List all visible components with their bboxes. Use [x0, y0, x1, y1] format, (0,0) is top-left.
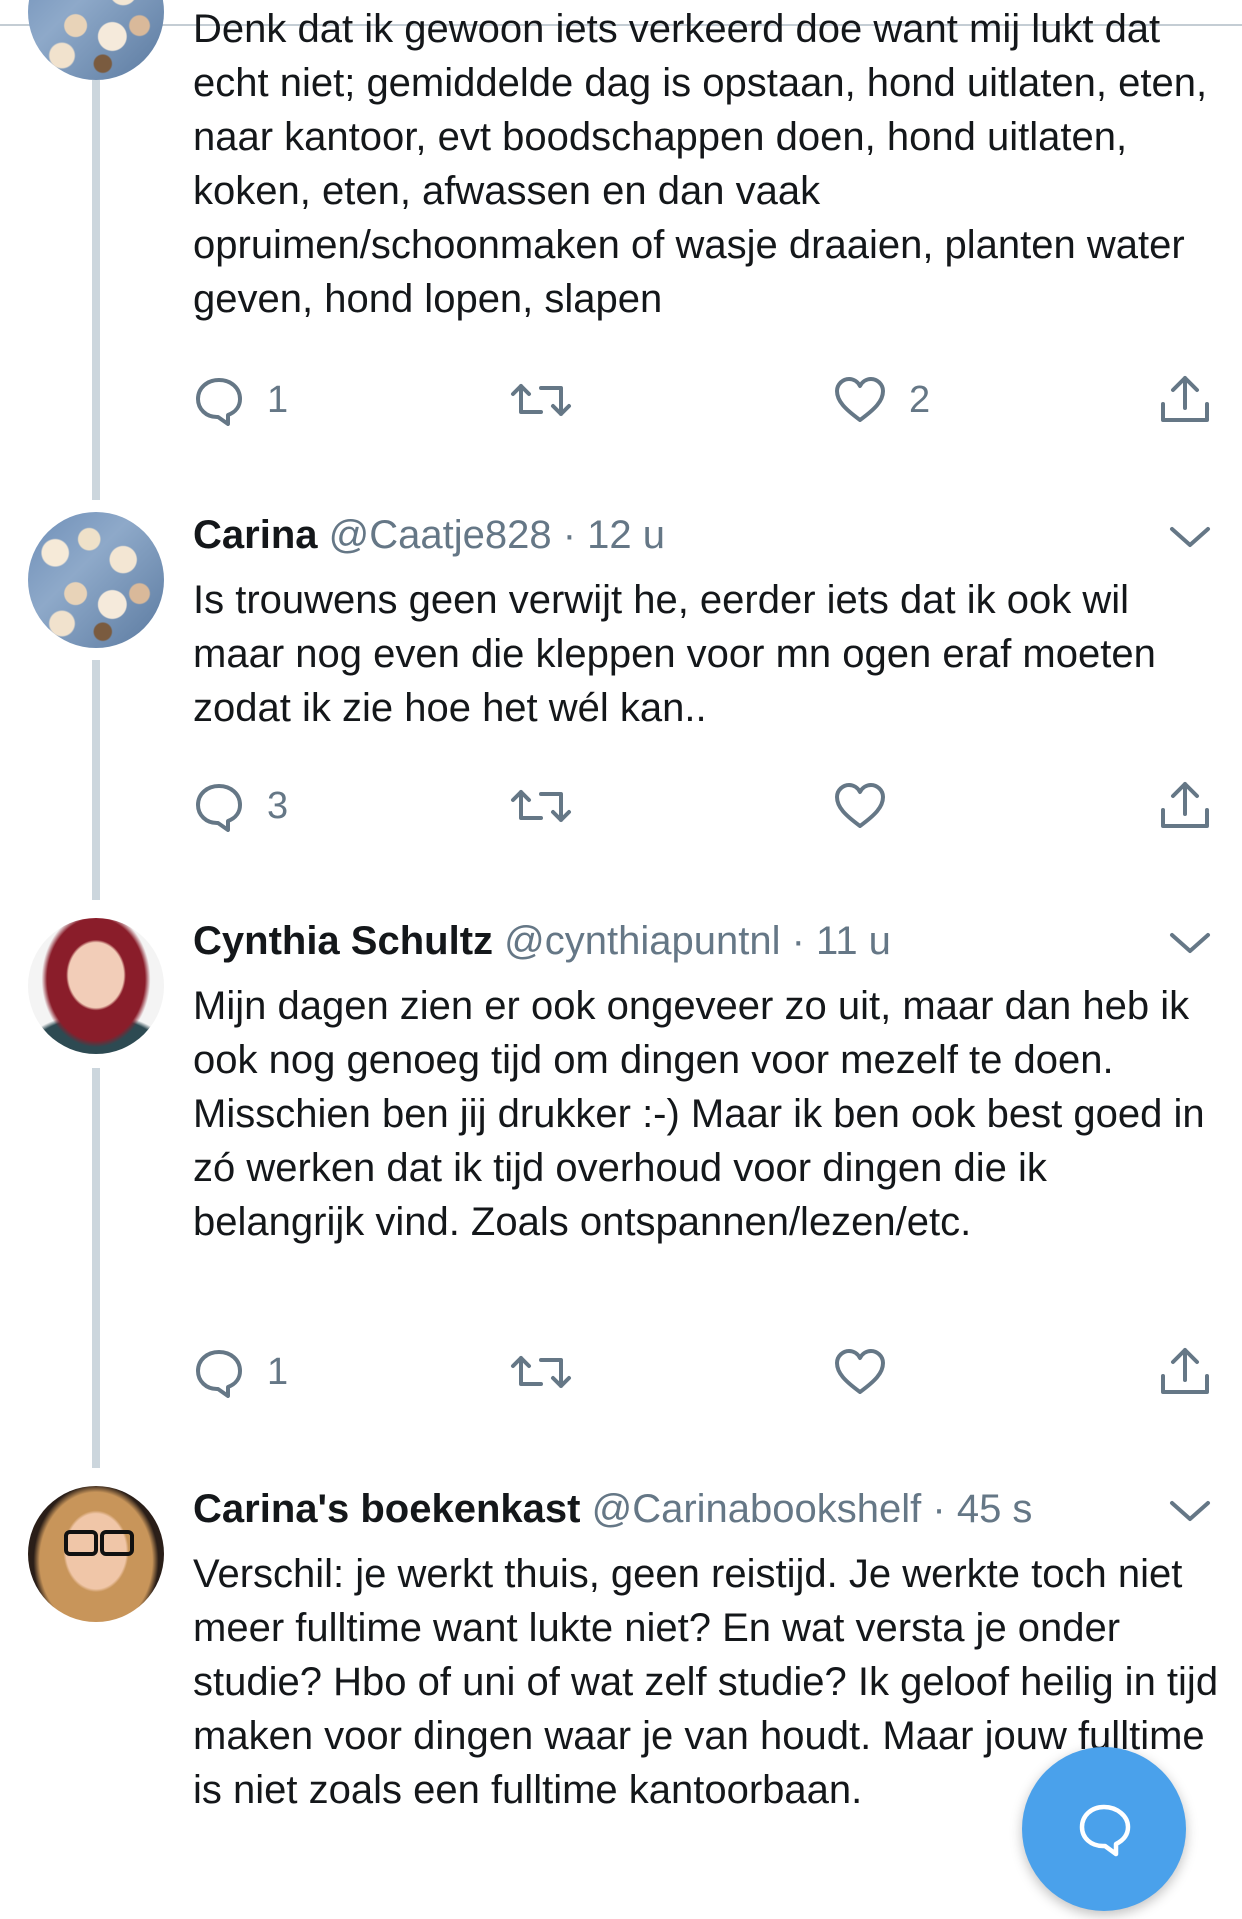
retweet-icon [509, 1346, 573, 1398]
more-options-button[interactable] [1168, 1497, 1212, 1527]
reply-count: 1 [267, 1350, 289, 1393]
tweet-actions: 1 2 [193, 370, 1223, 430]
thread-line [92, 1068, 100, 1468]
retweet-button[interactable] [509, 370, 573, 430]
heart-icon [833, 780, 887, 832]
display-name[interactable]: Cynthia Schultz [193, 919, 493, 963]
retweet-icon [509, 780, 573, 832]
user-handle[interactable]: @Carinabookshelf [592, 1487, 922, 1531]
reply-button[interactable]: 1 [193, 370, 288, 430]
compose-reply-icon [1074, 1799, 1134, 1859]
reply-icon [193, 374, 245, 426]
tweet-actions: 3 [193, 776, 1223, 836]
display-name[interactable]: Carina [193, 513, 318, 557]
like-button[interactable] [833, 1342, 887, 1402]
avatar[interactable] [28, 512, 164, 648]
tweet-time: · 12 u [562, 513, 666, 557]
retweet-button[interactable] [509, 1342, 573, 1402]
tweet-text: Mijn dagen zien er ook ongeveer zo uit, … [193, 984, 1205, 1244]
share-button[interactable] [1157, 1342, 1213, 1402]
tweet-time: · 45 s [932, 1487, 1033, 1531]
display-name[interactable]: Carina's boekenkast [193, 1487, 580, 1531]
user-handle[interactable]: @cynthiapuntnl [504, 919, 780, 963]
reply-count: 1 [267, 378, 289, 421]
reply-icon [193, 1346, 245, 1398]
share-icon [1157, 778, 1213, 834]
chevron-down-icon [1168, 527, 1212, 555]
tweet-header: Carina's boekenkast @Carinabookshelf · 4… [193, 1484, 1162, 1534]
thread-line [92, 80, 100, 500]
avatar[interactable] [28, 1486, 164, 1622]
chevron-down-icon [1168, 1501, 1212, 1529]
tweet-header: Cynthia Schultz @cynthiapuntnl · 11 u [193, 916, 1162, 966]
like-count: 2 [909, 378, 931, 421]
share-button[interactable] [1157, 370, 1213, 430]
tweet-thread-screen: Denk dat ik gewoon iets verkeerd doe wan… [0, 0, 1242, 1919]
more-options-button[interactable] [1168, 929, 1212, 959]
retweet-button[interactable] [509, 776, 573, 836]
reply-button[interactable]: 3 [193, 776, 288, 836]
avatar[interactable] [28, 918, 164, 1054]
retweet-icon [509, 374, 573, 426]
more-options-button[interactable] [1168, 523, 1212, 553]
share-button[interactable] [1157, 776, 1213, 836]
user-handle[interactable]: @Caatje828 [329, 513, 552, 557]
compose-reply-button[interactable] [1022, 1747, 1186, 1911]
share-icon [1157, 372, 1213, 428]
tweet-actions: 1 [193, 1342, 1223, 1402]
tweet-header: Carina @Caatje828 · 12 u [193, 510, 1162, 560]
avatar[interactable] [28, 0, 164, 80]
like-button[interactable] [833, 776, 887, 836]
heart-icon [833, 1346, 887, 1398]
share-icon [1157, 1344, 1213, 1400]
heart-icon [833, 374, 887, 426]
reply-count: 3 [267, 784, 289, 827]
tweet-text: Denk dat ik gewoon iets verkeerd doe wan… [193, 7, 1208, 321]
like-button[interactable]: 2 [833, 370, 930, 430]
tweet-text: Is trouwens geen verwijt he, eerder iets… [193, 578, 1156, 730]
thread-line [92, 660, 100, 900]
reply-icon [193, 780, 245, 832]
tweet-time: · 11 u [791, 919, 891, 963]
chevron-down-icon [1168, 933, 1212, 961]
reply-button[interactable]: 1 [193, 1342, 288, 1402]
